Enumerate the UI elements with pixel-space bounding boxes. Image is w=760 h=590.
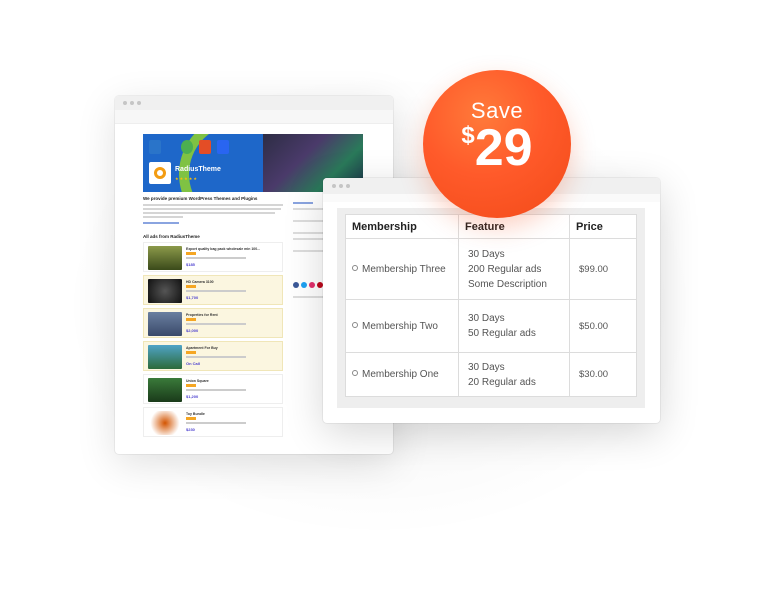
ad-card[interactable]: Apartment For Buy On Call <box>143 341 283 371</box>
ad-meta <box>186 290 246 292</box>
ad-card[interactable]: HD Camera 3100 $1,700 <box>143 275 283 305</box>
window-controls[interactable] <box>332 184 350 188</box>
membership-cell[interactable]: Membership One <box>345 352 459 397</box>
currency-symbol: $ <box>461 122 475 149</box>
ad-title: Union Square <box>186 379 209 383</box>
ad-thumbnail <box>148 279 182 303</box>
ad-meta <box>186 356 246 358</box>
ad-thumbnail <box>148 411 182 435</box>
ad-price: $1,700 <box>186 295 199 300</box>
save-badge: Save $29 <box>423 70 571 218</box>
ad-badge <box>186 417 196 420</box>
table-row[interactable]: Membership Three 30 Days 200 Regular ads… <box>345 238 637 300</box>
price-cell: $99.00 <box>569 238 637 300</box>
feature-item: 30 Days <box>468 313 505 324</box>
ad-title: HD Camera 3100 <box>186 280 214 284</box>
feature-column-header: Feature <box>458 214 570 239</box>
membership-cell[interactable]: Membership Three <box>345 238 459 300</box>
store-name: RadiusTheme <box>175 166 221 173</box>
feature-item: 200 Regular ads <box>468 263 542 275</box>
membership-table-container: Membership Feature Price Membership Thre… <box>337 208 645 408</box>
sidebar-line <box>293 238 323 240</box>
window-toolbar <box>115 110 393 124</box>
price-cell: $30.00 <box>569 352 637 397</box>
ad-badge <box>186 384 196 387</box>
text-line <box>143 212 275 214</box>
instagram-icon[interactable] <box>309 282 315 288</box>
text-line <box>143 216 183 218</box>
feature-item: Some Description <box>468 278 547 290</box>
read-more-link[interactable] <box>143 222 179 224</box>
ad-thumbnail <box>148 246 182 270</box>
save-amount: $29 <box>441 122 553 174</box>
ad-card[interactable]: Union Square $1,200 <box>143 374 283 404</box>
window-titlebar <box>115 96 393 110</box>
ad-badge <box>186 351 196 354</box>
feature-cell: 30 Days 200 Regular ads Some Description <box>458 238 570 300</box>
price-column-header: Price <box>569 214 637 239</box>
ad-title: Apartment For Buy <box>186 346 218 350</box>
ad-price: $1,200 <box>186 394 199 399</box>
twitter-icon[interactable] <box>301 282 307 288</box>
store-intro-title: We provide premium WordPress Themes and … <box>143 196 258 201</box>
ad-title: Properties for Rent <box>186 313 218 317</box>
feature-item: 20 Regular ads <box>468 376 536 388</box>
text-line <box>143 208 281 210</box>
ad-thumbnail <box>148 312 182 336</box>
feature-cell: 30 Days 20 Regular ads <box>458 352 570 397</box>
ad-card[interactable]: Toy Bundle $230 <box>143 407 283 437</box>
membership-cell[interactable]: Membership Two <box>345 299 459 353</box>
window-controls[interactable] <box>123 101 141 105</box>
radio-button[interactable] <box>352 370 358 376</box>
table-row[interactable]: Membership Two 30 Days 50 Regular ads $5… <box>345 299 637 353</box>
ad-price: On Call <box>186 361 201 366</box>
ads-section-title: All ads from RadiusTheme <box>143 234 200 239</box>
ad-meta <box>186 389 246 391</box>
ad-badge <box>186 318 196 321</box>
wordpress-icon <box>149 140 161 154</box>
ad-price: $2,000 <box>186 328 199 333</box>
membership-name: Membership Three <box>362 263 446 275</box>
radio-button[interactable] <box>352 264 358 271</box>
facebook-icon[interactable] <box>293 282 299 288</box>
membership-name: Membership One <box>362 369 439 380</box>
save-amount-value: 29 <box>474 119 533 177</box>
ad-badge <box>186 252 196 255</box>
membership-column-header: Membership <box>345 214 459 239</box>
feature-item: 30 Days <box>468 248 505 260</box>
ad-title: Export quality bag pack wholesale min 10… <box>186 247 261 251</box>
store-logo <box>149 162 171 184</box>
price-cell: $50.00 <box>569 299 637 353</box>
ad-meta <box>186 422 246 424</box>
ad-price: $230 <box>186 427 195 432</box>
ad-card[interactable]: Export quality bag pack wholesale min 10… <box>143 242 283 272</box>
ad-card[interactable]: Properties for Rent $2,000 <box>143 308 283 338</box>
feature-cell: 30 Days 50 Regular ads <box>458 299 570 353</box>
ad-thumbnail <box>148 378 182 402</box>
sidebar-line <box>293 296 323 298</box>
ad-badge <box>186 285 196 288</box>
html5-icon <box>199 140 211 154</box>
text-line <box>143 204 283 206</box>
feature-item: 30 Days <box>468 361 505 373</box>
table-header-row: Membership Feature Price <box>345 214 637 239</box>
rating-stars-icon: ★★★★★ <box>175 176 198 181</box>
ad-price: $185 <box>186 262 195 267</box>
ad-thumbnail <box>148 345 182 369</box>
radio-button[interactable] <box>352 321 358 328</box>
ad-meta <box>186 323 246 325</box>
feature-item: 50 Regular ads <box>468 328 536 339</box>
ad-title: Toy Bundle <box>186 412 205 416</box>
plugin-icon <box>181 140 193 154</box>
membership-table: Membership Feature Price Membership Thre… <box>345 214 637 397</box>
css3-icon <box>217 140 229 154</box>
sidebar-line <box>293 202 313 204</box>
membership-name: Membership Two <box>362 320 438 332</box>
table-row[interactable]: Membership One 30 Days 20 Regular ads $3… <box>345 352 637 397</box>
ad-meta <box>186 257 246 259</box>
